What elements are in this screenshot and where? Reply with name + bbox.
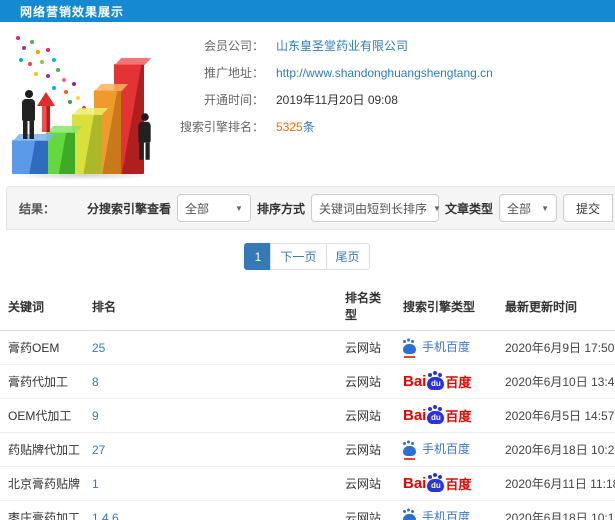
engine-type-cell: 手机百度Baidu百度: [395, 330, 497, 365]
engine-type-cell: 手机百度Baidu百度: [395, 364, 497, 399]
updated-cell: 2020年6月18日 10:25: [497, 432, 615, 467]
filter-controls: 分搜索引擎查看 全部 ▼ 排序方式 关键词由短到长排序 ▼ 文章类型 全部 ▼ …: [87, 194, 615, 222]
baidu-logo: Bai du 百度: [403, 407, 472, 424]
baidu-logo: Bai du 百度: [403, 373, 472, 390]
open-time-row: 开通时间： 2019年11月20日 09:08: [180, 86, 615, 113]
chevron-down-icon: ▼: [541, 203, 549, 213]
engine-filter-value: 全部: [184, 201, 209, 216]
rank-type-cell: 云网站: [337, 398, 395, 433]
rank-cell[interactable]: 27: [84, 432, 337, 467]
mobile-baidu-logo: 手机百度: [403, 508, 470, 520]
rank-cell[interactable]: 1: [84, 466, 337, 501]
mobile-baidu-logo: 手机百度: [403, 338, 470, 358]
baidu-paw-icon: du: [427, 373, 445, 390]
page-title: 网络营销效果展示: [20, 4, 125, 19]
bar-blue: [12, 140, 48, 174]
rank-cell[interactable]: 8: [84, 364, 337, 399]
article-type-select[interactable]: 全部 ▼: [498, 194, 557, 222]
updated-cell: 2020年6月9日 17:50: [497, 330, 615, 365]
keyword-cell: 枣庄膏药加工: [0, 500, 84, 520]
baidu-paw-icon: du: [427, 407, 445, 424]
rank-type-cell: 云网站: [337, 500, 395, 520]
bar-yellow: [72, 114, 101, 174]
table-row: 枣庄膏药加工1,4,6云网站手机百度Baidu百度2020年6月18日 10:1…: [0, 500, 615, 520]
promo-url-row: 推广地址： http://www.shandonghuangshengtang.…: [180, 59, 615, 86]
open-time-value: 2019年11月20日 09:08: [276, 93, 398, 107]
table-header-row: 关键词 排名 排名类型 搜索引擎类型 最新更新时间: [0, 282, 615, 331]
engine-rank-label: 搜索引擎排名：: [180, 120, 265, 134]
page-1-button[interactable]: 1: [244, 243, 272, 270]
updated-cell: 2020年6月5日 14:57: [497, 398, 615, 433]
updated-cell: 2020年6月10日 13:40: [497, 364, 615, 399]
keyword-cell: 膏药OEM: [0, 330, 84, 365]
info-section: 会员公司： 山东皇圣堂药业有限公司 推广地址： http://www.shand…: [0, 22, 615, 186]
engine-type-cell: 手机百度Baidu百度: [395, 500, 497, 520]
engine-type-cell: 手机百度Baidu百度: [395, 466, 497, 501]
sort-filter-value: 关键词由短到长排序: [318, 201, 427, 216]
table-row: 北京膏药贴牌1云网站手机百度Baidu百度2020年6月11日 11:18: [0, 466, 615, 501]
promo-url-link[interactable]: http://www.shandonghuangshengtang.cn: [276, 66, 493, 80]
engine-filter-label: 分搜索引擎查看: [86, 201, 171, 216]
baidu-paw-icon: [403, 340, 416, 358]
businessman-right: [138, 113, 151, 160]
col-rank: 排名: [84, 282, 337, 331]
keyword-cell: 北京膏药贴牌: [0, 466, 84, 501]
open-time-label: 开通时间：: [203, 93, 264, 107]
member-company-label: 会员公司：: [203, 39, 264, 53]
member-company-link[interactable]: 山东皇圣堂药业有限公司: [276, 37, 408, 54]
rank-type-cell: 云网站: [337, 432, 395, 467]
chevron-down-icon: ▼: [432, 203, 441, 213]
sort-filter-label: 排序方式: [256, 201, 305, 216]
next-page-button[interactable]: 下一页: [270, 243, 327, 270]
baidu-paw-icon: du: [427, 475, 445, 492]
growth-chart-illustration: [0, 22, 180, 182]
mobile-baidu-logo: 手机百度: [403, 440, 470, 460]
rank-type-cell: 云网站: [337, 364, 395, 399]
keyword-cell: OEM代加工: [0, 398, 84, 433]
updated-cell: 2020年6月11日 11:18: [497, 466, 615, 501]
rank-type-cell: 云网站: [337, 330, 395, 365]
rank-cell[interactable]: 9: [84, 398, 337, 433]
col-keyword: 关键词: [0, 282, 84, 331]
submit-button[interactable]: 提交: [562, 194, 613, 222]
keyword-ranking-table: 关键词 排名 排名类型 搜索引擎类型 最新更新时间 膏药OEM 25 云网站 手机百度…: [0, 282, 615, 520]
businessman-left: [22, 90, 35, 139]
rank-cell[interactable]: 25: [84, 330, 337, 365]
pagination: 1 下一页 尾页: [0, 243, 615, 270]
confetti-decoration: [16, 36, 20, 40]
keyword-cell: 膏药代加工: [0, 364, 84, 399]
col-rank-type: 排名类型: [337, 282, 395, 331]
result-label: 结果：: [19, 201, 56, 216]
page-header: 网络营销效果展示: [0, 0, 615, 22]
rank-cell[interactable]: 1,4,6: [84, 500, 337, 520]
sort-filter-select[interactable]: 关键词由短到长排序 ▼: [310, 194, 441, 222]
engine-type-cell: 手机百度Baidu百度: [395, 398, 497, 433]
engine-rank-suffix: 条: [302, 120, 315, 134]
engine-rank-row: 搜索引擎排名： 5325 条: [180, 113, 615, 140]
col-updated: 最新更新时间: [497, 282, 615, 331]
table-row: OEM代加工9云网站手机百度Baidu百度2020年6月5日 14:57: [0, 398, 615, 433]
company-info-list: 会员公司： 山东皇圣堂药业有限公司 推广地址： http://www.shand…: [180, 22, 615, 186]
article-type-label: 文章类型: [444, 201, 493, 216]
member-company-row: 会员公司： 山东皇圣堂药业有限公司: [180, 32, 615, 59]
article-type-value: 全部: [506, 201, 531, 216]
table-row: 膏药OEM25云网站手机百度Baidu百度2020年6月9日 17:50: [0, 330, 615, 365]
updated-cell: 2020年6月18日 10:19: [497, 500, 615, 520]
engine-type-cell: 手机百度Baidu百度: [395, 432, 497, 467]
engine-filter-select[interactable]: 全部 ▼: [176, 194, 251, 222]
rank-type-cell: 云网站: [337, 466, 395, 501]
promo-url-label: 推广地址：: [203, 66, 264, 80]
results-filter-bar: 结果： 分搜索引擎查看 全部 ▼ 排序方式 关键词由短到长排序 ▼ 文章类型 全…: [6, 186, 615, 230]
table-row: 膏药代加工8云网站手机百度Baidu百度2020年6月10日 13:40: [0, 364, 615, 399]
last-page-button[interactable]: 尾页: [325, 243, 370, 270]
baidu-logo: Bai du 百度: [403, 475, 472, 492]
engine-rank-count: 5325: [276, 119, 303, 134]
col-engine-type: 搜索引擎类型: [395, 282, 497, 331]
keyword-cell: 药贴牌代加工: [0, 432, 84, 467]
baidu-paw-icon: [403, 510, 416, 520]
chevron-down-icon: ▼: [235, 203, 243, 213]
table-row: 药贴牌代加工27云网站手机百度Baidu百度2020年6月18日 10:25: [0, 432, 615, 467]
up-arrow-icon: [37, 92, 55, 136]
baidu-paw-icon: [403, 442, 416, 460]
